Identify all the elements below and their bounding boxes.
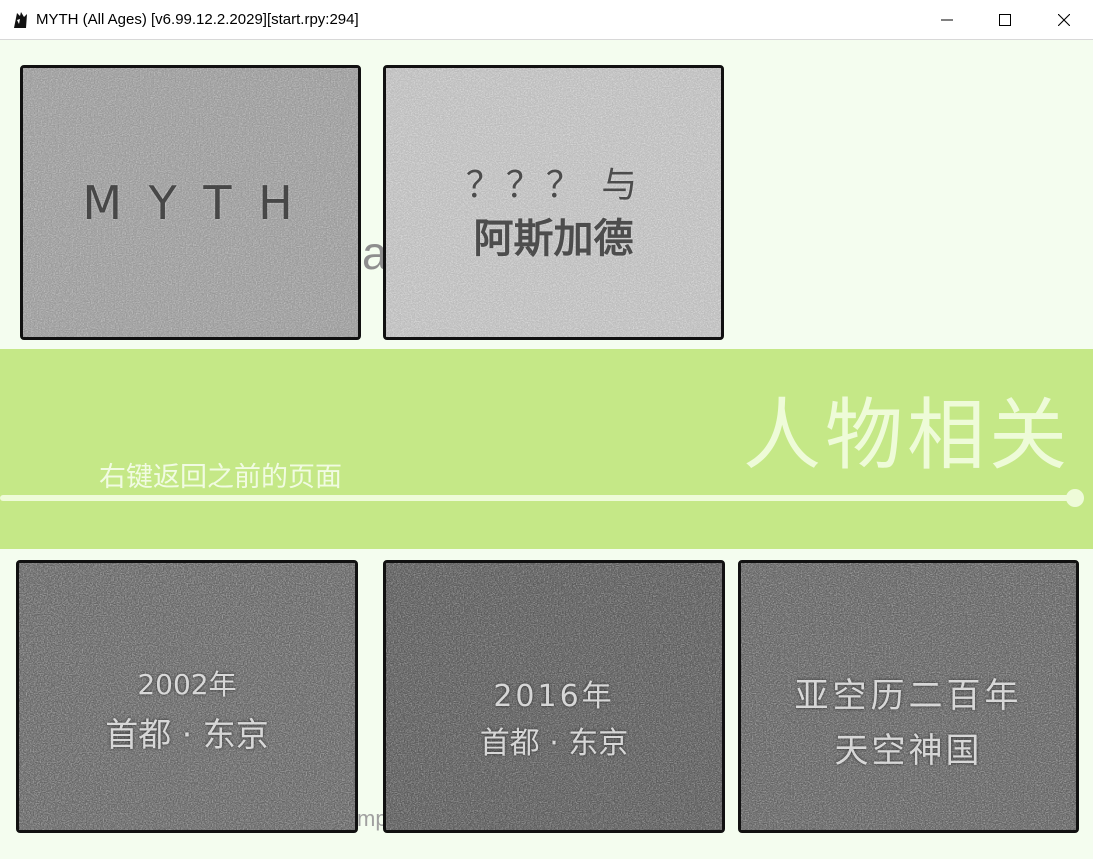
card-label: ？？？ 与 — [465, 165, 642, 206]
window-title: MYTH (All Ages) [v6.99.12.2.2029][start.… — [36, 11, 359, 28]
gallery-card-2016-tokyo[interactable]: 2016年 首都 · 东京 — [383, 560, 725, 833]
game-canvas: a mp M Y T H ？？？ 与 阿斯加德 人物相关 右键返回之前的页面 2… — [0, 40, 1093, 859]
section-banner: 人物相关 右键返回之前的页面 — [0, 349, 1093, 549]
card-label: M Y T H — [82, 176, 299, 230]
card-label: 首都 · 东京 — [105, 715, 269, 754]
window-title-bar: MYTH (All Ages) [v6.99.12.2.2029][start.… — [0, 0, 1093, 40]
maximize-icon — [999, 14, 1011, 26]
maximize-button[interactable] — [976, 0, 1034, 40]
back-hint-text: 右键返回之前的页面 — [99, 462, 342, 493]
card-label: 天空神国 — [834, 731, 983, 771]
app-icon — [12, 11, 30, 29]
card-label: 亚空历二百年 — [794, 676, 1023, 716]
close-button[interactable] — [1035, 0, 1093, 40]
banner-divider — [0, 495, 1072, 501]
card-label: 2016年 — [493, 679, 615, 714]
close-icon — [1058, 14, 1070, 26]
minimize-icon — [941, 19, 953, 21]
banner-divider-end-dot — [1066, 489, 1084, 507]
minimize-button[interactable] — [918, 0, 976, 40]
card-label: 2002年 — [137, 668, 237, 701]
gallery-card-myth[interactable]: M Y T H — [20, 65, 361, 340]
gallery-card-2002-tokyo[interactable]: 2002年 首都 · 东京 — [16, 560, 358, 833]
gallery-card-asgard[interactable]: ？？？ 与 阿斯加德 — [383, 65, 724, 340]
gallery-card-sky-kingdom[interactable]: 亚空历二百年 天空神国 — [738, 560, 1079, 833]
page-title: 人物相关 — [742, 391, 1071, 481]
card-label: 阿斯加德 — [473, 216, 634, 262]
card-label: 首都 · 东京 — [479, 726, 629, 761]
